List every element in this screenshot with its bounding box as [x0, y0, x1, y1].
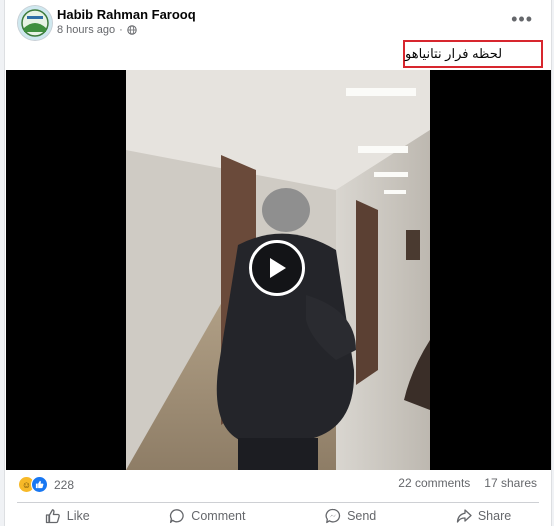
share-button[interactable]: Share — [446, 506, 521, 526]
divider — [17, 502, 539, 503]
comment-icon — [170, 509, 184, 524]
author-name[interactable]: Habib Rahman Farooq — [57, 7, 196, 22]
send-button[interactable]: Send — [315, 506, 386, 526]
post-caption: لحظه فرار نتانیاهو — [403, 40, 543, 68]
engagement-counts: 22 comments 17 shares — [398, 476, 537, 490]
post-time[interactable]: 8 hours ago — [57, 24, 115, 36]
send-label: Send — [347, 509, 377, 523]
comment-button[interactable]: Comment — [159, 506, 255, 526]
post-stats: ☺ 228 22 comments 17 shares — [5, 476, 551, 496]
like-button[interactable]: Like — [35, 506, 100, 526]
more-options-icon[interactable]: ••• — [511, 10, 533, 28]
separator-dot: · — [119, 24, 123, 36]
reactions-summary[interactable]: ☺ 228 — [18, 476, 74, 493]
caption-text: لحظه فرار نتانیاهو — [405, 46, 503, 61]
avatar-image — [18, 6, 52, 40]
video-player[interactable] — [6, 70, 551, 470]
share-icon — [456, 509, 472, 523]
globe-icon — [127, 25, 137, 35]
post-meta: 8 hours ago · — [57, 24, 137, 36]
play-icon — [270, 258, 286, 278]
avatar[interactable] — [18, 6, 52, 40]
comments-count[interactable]: 22 comments — [398, 476, 470, 490]
reaction-count: 228 — [54, 477, 75, 492]
like-reaction-icon — [31, 476, 48, 493]
thumbs-up-icon — [45, 509, 60, 524]
play-button[interactable] — [249, 240, 305, 296]
share-label: Share — [477, 509, 512, 523]
post-card: Habib Rahman Farooq 8 hours ago · ••• لح… — [4, 0, 552, 526]
messenger-icon — [325, 508, 341, 524]
comment-label: Comment — [191, 509, 246, 523]
shares-count[interactable]: 17 shares — [484, 476, 537, 490]
post-actions: Like Comment Send Share — [5, 506, 551, 526]
like-label: Like — [66, 509, 90, 523]
